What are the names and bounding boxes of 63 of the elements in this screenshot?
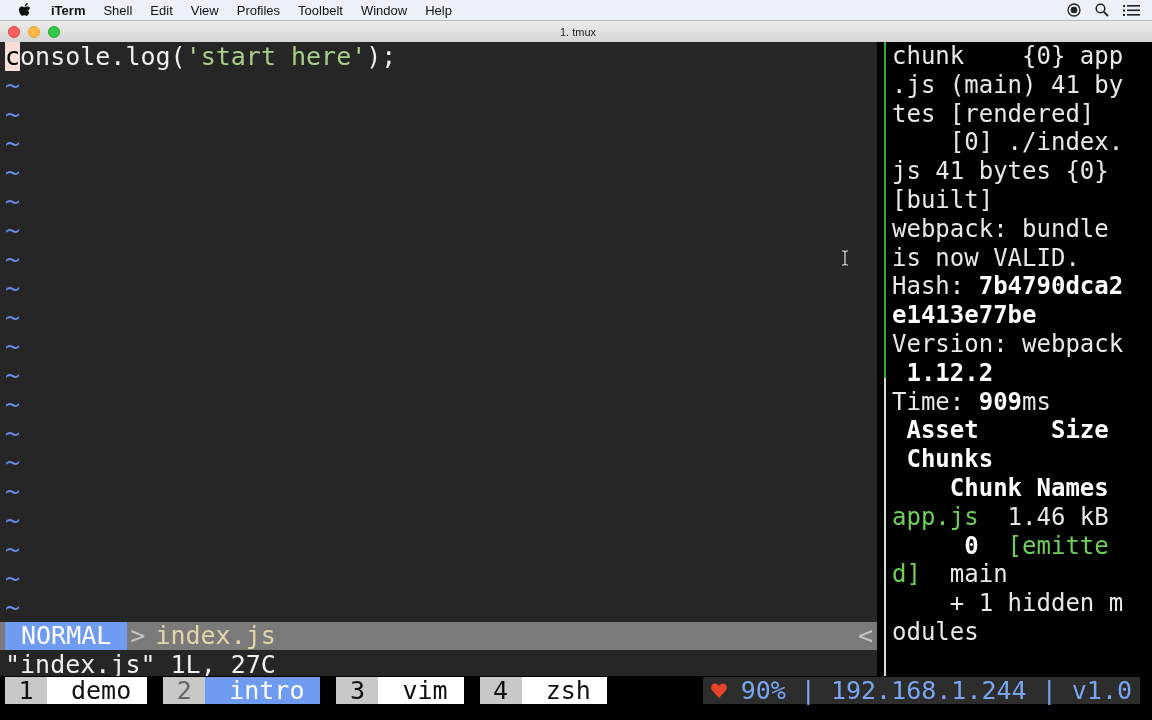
empty-line-marker: ~ bbox=[4, 216, 21, 245]
log-line: 0 [emitte bbox=[963, 531, 1110, 561]
log-line: Time: 909ms bbox=[892, 387, 1052, 417]
log-line: Hash: 7b4790dca2 bbox=[892, 272, 1125, 302]
window-title: 1. tmux bbox=[559, 25, 597, 38]
empty-line-marker: ~ bbox=[4, 71, 21, 100]
search-icon[interactable] bbox=[1095, 3, 1109, 17]
empty-line-marker: ~ bbox=[4, 158, 21, 187]
list-icon[interactable] bbox=[1123, 3, 1140, 17]
menu-item[interactable]: Help bbox=[425, 2, 452, 18]
apple-logo-icon[interactable] bbox=[18, 2, 31, 18]
empty-line-marker: ~ bbox=[4, 100, 21, 129]
empty-line-marker: ~ bbox=[4, 593, 21, 622]
close-button[interactable] bbox=[8, 25, 20, 38]
log-line: app.js 1.46 kB bbox=[892, 502, 1110, 532]
log-line: tes [rendered] bbox=[892, 99, 1096, 129]
menu-item[interactable]: Toolbelt bbox=[298, 2, 343, 18]
mode-indicator: NORMAL bbox=[5, 622, 128, 650]
separator-arrow: > bbox=[129, 622, 146, 650]
log-line: 1.12.2 bbox=[905, 358, 995, 388]
log-line: Chunks bbox=[905, 445, 995, 474]
log-line: Asset Size bbox=[905, 416, 1110, 446]
empty-line-marker: ~ bbox=[4, 535, 21, 564]
log-line: is now VALID. bbox=[892, 243, 1081, 273]
menu-item[interactable]: Window bbox=[360, 2, 408, 18]
log-line: .js (main) 41 by bbox=[892, 70, 1125, 100]
log-line: webpack: bundle bbox=[892, 214, 1110, 244]
separator-arrow: < bbox=[856, 622, 874, 650]
log-line: [built] bbox=[892, 186, 995, 215]
log-line: e1413e77be bbox=[892, 301, 1038, 330]
app-menu[interactable]: iTerm bbox=[51, 2, 86, 18]
log-line: + 1 hidden m bbox=[948, 589, 1125, 618]
empty-line-marker: ~ bbox=[4, 245, 21, 274]
empty-line-marker: ~ bbox=[4, 564, 21, 593]
empty-line-marker: ~ bbox=[4, 419, 21, 448]
empty-line-marker: ~ bbox=[4, 129, 21, 158]
log-line: [0] ./index. bbox=[948, 128, 1125, 158]
file-name: index.js bbox=[154, 622, 276, 650]
log-line: Chunk Names bbox=[948, 473, 1110, 503]
menu-item[interactable]: Shell bbox=[103, 2, 133, 18]
menu-item[interactable]: Profiles bbox=[236, 2, 281, 18]
log-line: js 41 bytes {0} bbox=[892, 157, 1110, 186]
empty-line-marker: ~ bbox=[4, 332, 21, 361]
empty-line-marker: ~ bbox=[4, 448, 21, 477]
empty-line-marker: ~ bbox=[4, 274, 21, 303]
heart-icon bbox=[710, 682, 727, 698]
menu-item[interactable]: View bbox=[190, 2, 219, 18]
empty-line-marker: ~ bbox=[4, 390, 21, 419]
menu-item[interactable]: Edit bbox=[150, 2, 173, 18]
command-line-message: "index.js" 1L, 27C bbox=[4, 650, 277, 679]
log-line: chunk {0} app bbox=[892, 42, 1125, 71]
log-line: odules bbox=[892, 617, 980, 647]
empty-line-marker: ~ bbox=[4, 477, 21, 506]
text-cursor-icon bbox=[841, 250, 849, 266]
empty-line-marker: ~ bbox=[4, 361, 21, 390]
log-line: Version: webpack bbox=[892, 329, 1125, 359]
empty-line-marker: ~ bbox=[4, 506, 21, 535]
log-line: d] main bbox=[892, 560, 1009, 590]
empty-line-marker: ~ bbox=[4, 187, 21, 216]
tmux-status-right: 90% | 192.168.1.244 | v1.0 bbox=[702, 676, 1140, 704]
code-line: console.log('start here'); bbox=[4, 42, 397, 71]
empty-line-marker: ~ bbox=[4, 303, 21, 332]
record-icon[interactable] bbox=[1067, 3, 1081, 17]
